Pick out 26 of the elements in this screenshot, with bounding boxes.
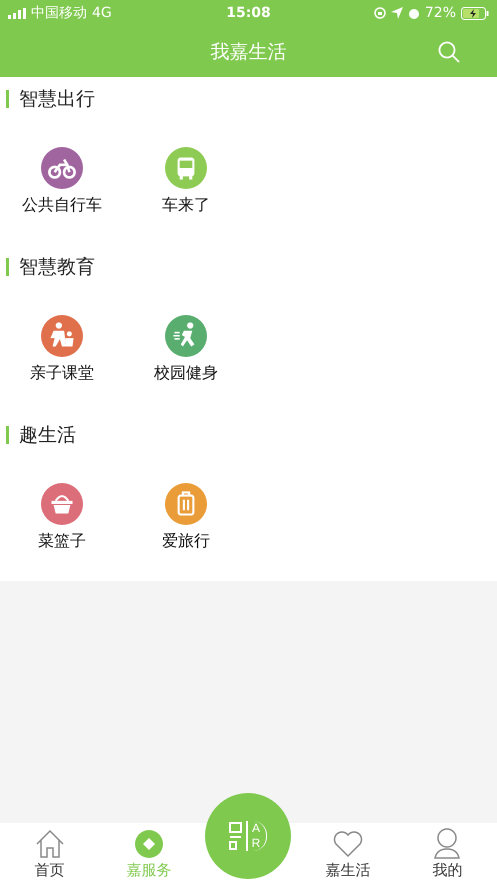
home-icon <box>34 829 66 859</box>
carrier-name: 中国移动 <box>31 4 87 22</box>
signal-icon <box>8 8 26 18</box>
battery-percent: 72% <box>424 5 456 21</box>
section-title: 趣生活 <box>6 426 76 444</box>
rotation-lock-icon <box>374 7 386 19</box>
person-icon <box>432 827 462 859</box>
page-title: 我嘉生活 <box>210 40 286 64</box>
tab-item[interactable]: 首页 <box>0 825 100 883</box>
qr-code-icon <box>228 821 243 851</box>
service-item[interactable]: 公共自行车 <box>0 147 124 216</box>
section-title: 智慧出行 <box>6 90 95 108</box>
search-button[interactable] <box>437 40 461 64</box>
service-item[interactable]: 爱旅行 <box>124 483 248 552</box>
service-item[interactable]: 车来了 <box>124 147 248 216</box>
service-item[interactable]: 亲子课堂 <box>0 315 124 384</box>
section-title: 智慧教育 <box>6 258 95 276</box>
tab-item[interactable]: 嘉生活 <box>298 825 398 883</box>
service-item[interactable]: 菜篮子 <box>0 483 124 552</box>
clock-time: 15:08 <box>226 5 271 21</box>
heart-icon <box>332 829 364 859</box>
battery-icon <box>461 6 490 20</box>
location-arrow-icon <box>390 7 403 19</box>
service-item[interactable]: 校园健身 <box>124 315 248 384</box>
network-type: 4G <box>92 5 112 21</box>
tab-item[interactable]: 我的 <box>398 825 497 883</box>
